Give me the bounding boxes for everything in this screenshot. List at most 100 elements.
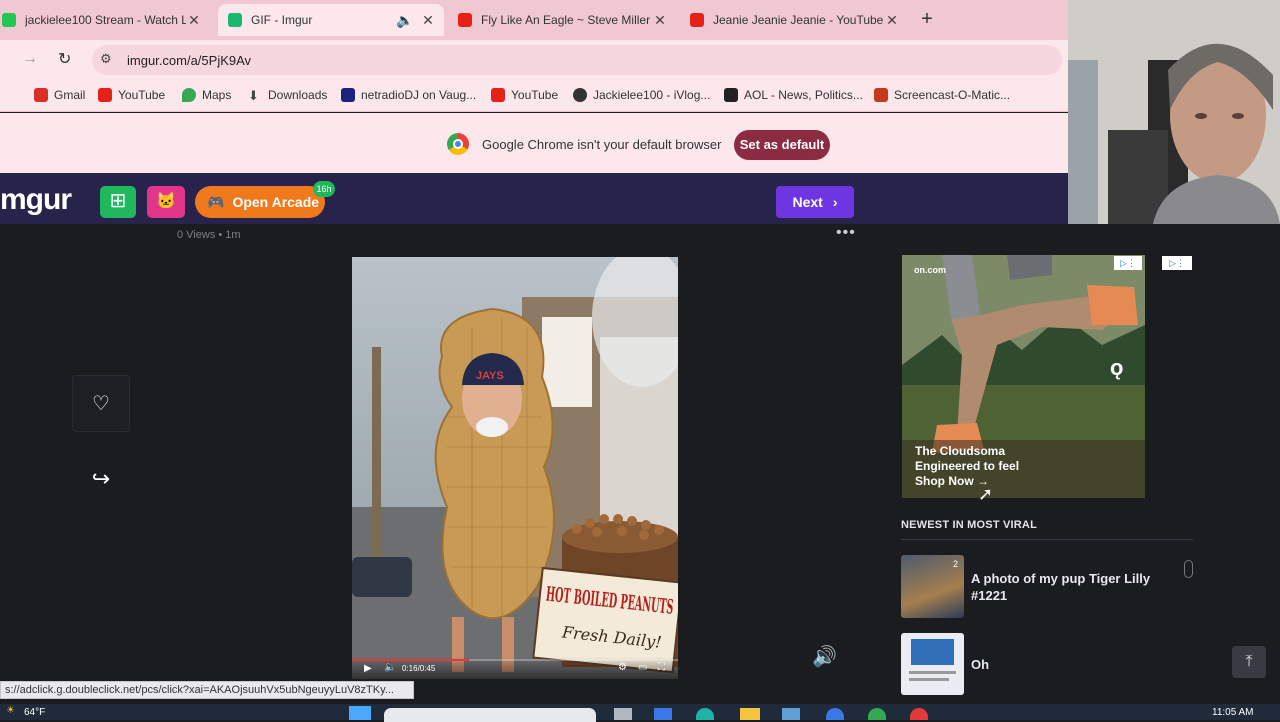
imgur-logo[interactable]: mgur — [0, 183, 72, 217]
post-meta: 0 Views • 1m — [177, 229, 241, 241]
peanut-costume-image: JAYS HOT BOILED PEANUTS Fresh Daily! — [352, 257, 678, 679]
weather-icon[interactable]: ☀ — [6, 705, 15, 716]
heart-icon: ♡ — [92, 393, 110, 415]
advertisement[interactable]: on.com ǫ The Cloudsoma Engineered to fee… — [902, 255, 1145, 498]
chevron-right-icon: › — [832, 194, 838, 210]
more-options-icon[interactable]: ••• — [836, 224, 856, 242]
browser-toolbar: → ↻ ⚙ imgur.com/a/5PjK9Av — [0, 40, 1068, 80]
screencast-icon — [874, 88, 888, 102]
taskbar-app-icon[interactable] — [782, 708, 800, 720]
favorite-button[interactable]: ♡ — [72, 375, 130, 432]
scroll-indicator[interactable] — [1184, 560, 1193, 578]
netradio-icon — [341, 88, 355, 102]
youtube-icon — [491, 88, 505, 102]
tab-favicon — [2, 13, 16, 27]
adchoices-icon-2[interactable]: ▷⋮ — [1162, 256, 1192, 270]
video-time: 0:16/0:45 — [402, 664, 436, 673]
open-arcade-button[interactable]: 🎮 Open Arcade — [195, 186, 325, 218]
chrome-taskbar-icon[interactable] — [868, 708, 886, 720]
start-windows-icon[interactable] — [349, 706, 371, 720]
list-item-count: 2 — [952, 559, 958, 569]
windows-taskbar: ☀ 64°F 11:05 AM — [0, 704, 1280, 722]
fullscreen-icon[interactable]: ⛶ — [658, 662, 665, 673]
gif-video-player[interactable]: JAYS HOT BOILED PEANUTS Fresh Daily! ▶ � — [352, 257, 678, 679]
video-controls: ▶ 🔈 0:16/0:45 ⚙ ▭ ⛶ — [352, 657, 678, 679]
taskbar-app-icon[interactable] — [654, 708, 672, 720]
gamepad-icon: 🎮 — [207, 193, 225, 210]
video-progress-fill — [352, 659, 470, 661]
tab-jeanie[interactable]: Jeanie Jeanie Jeanie - YouTube ✕ — [682, 4, 908, 36]
newest-viral-heading: NEWEST IN MOST VIRAL — [901, 519, 1037, 531]
reload-icon[interactable]: ↻ — [58, 49, 76, 69]
bookmark-label: Jackielee100 - iVlog... — [593, 88, 711, 102]
set-as-default-button[interactable]: Set as default — [734, 130, 830, 160]
cat-face-icon: 🐱 — [156, 193, 176, 210]
infobar-message: Google Chrome isn't your default browser — [482, 137, 722, 152]
tab-title: Jeanie Jeanie Jeanie - YouTube — [713, 13, 884, 27]
taskbar-app-icon[interactable] — [826, 708, 844, 720]
bookmark-aol[interactable]: AOL - News, Politics... — [724, 88, 863, 102]
list-item[interactable]: Oh — [901, 633, 1193, 697]
list-item-thumbnail — [901, 633, 964, 695]
default-browser-infobar: Google Chrome isn't your default browser… — [0, 113, 1068, 173]
bookmark-label: Screencast-O-Matic... — [894, 88, 1011, 102]
tab-fly-like-an-eagle[interactable]: Fly Like An Eagle ~ Steve Miller ✕ — [450, 4, 676, 36]
site-info-icon[interactable]: ⚙ — [100, 51, 116, 67]
avatar-icon — [573, 88, 587, 102]
bookmark-label: AOL - News, Politics... — [744, 88, 863, 102]
share-button[interactable]: ↪ — [86, 466, 116, 492]
next-button[interactable]: Next › — [776, 186, 854, 218]
video-progress-track[interactable] — [352, 659, 678, 661]
settings-gear-icon[interactable]: ⚙ — [618, 662, 627, 673]
file-explorer-icon[interactable] — [740, 708, 760, 720]
tab-title: jackielee100 Stream - Watch Liv — [25, 13, 186, 27]
speaker-icon[interactable]: 🔈 — [396, 12, 413, 29]
play-icon[interactable]: ▶ — [364, 663, 372, 674]
chrome-logo-icon — [447, 133, 469, 155]
imgur-mascot-button[interactable]: 🐱 — [147, 186, 185, 218]
close-icon[interactable]: ✕ — [884, 12, 900, 29]
on-logo-icon: ǫ — [1110, 355, 1124, 380]
bookmark-gmail[interactable]: Gmail — [34, 88, 85, 102]
taskbar-app-icon[interactable] — [910, 708, 928, 720]
volume-icon[interactable]: 🔈 — [384, 662, 396, 673]
forward-arrow-icon[interactable]: → — [22, 50, 40, 70]
maps-pin-icon — [182, 88, 196, 102]
bookmark-screencast[interactable]: Screencast-O-Matic... — [874, 88, 1010, 102]
mouse-cursor-icon: ➚ — [978, 484, 994, 504]
close-icon[interactable]: ✕ — [652, 12, 668, 29]
new-tab-plus-icon[interactable]: + — [916, 9, 938, 31]
tab-gif-imgur[interactable]: GIF - Imgur 🔈 ✕ — [218, 4, 444, 36]
list-item-thumbnail: 2 — [901, 555, 964, 618]
cap-text: JAYS — [476, 370, 504, 382]
adchoices-icon[interactable]: ▷⋮ — [1114, 256, 1142, 270]
clock[interactable]: 11:05 AM — [1212, 707, 1254, 718]
bookmark-jackielee-ivlog[interactable]: Jackielee100 - iVlog... — [573, 88, 710, 102]
mute-toggle-icon[interactable]: 🔊 — [812, 644, 837, 669]
tab-title: GIF - Imgur — [251, 13, 313, 27]
bookmarks-bar: Gmail YouTube Maps ⬇ Downloads netradioDJ… — [0, 80, 1068, 112]
picture-in-picture-icon[interactable]: ▭ — [638, 662, 647, 673]
share-arrow-icon: ↪ — [91, 466, 111, 491]
list-item-title: A photo of my pup Tiger Lilly #1221 — [971, 571, 1151, 603]
list-item-title: Oh — [971, 657, 990, 672]
bookmark-label: YouTube — [511, 88, 559, 102]
edge-icon[interactable] — [696, 708, 714, 720]
bookmark-maps[interactable]: Maps — [182, 88, 231, 102]
close-icon[interactable]: ✕ — [420, 12, 436, 29]
bookmark-netradiodj[interactable]: netradioDJ on Vaug... — [341, 88, 476, 102]
tab-jackielee-stream[interactable]: jackielee100 Stream - Watch Liv ✕ — [0, 4, 208, 36]
list-item[interactable]: 2 A photo of my pup Tiger Lilly #1221 — [901, 555, 1193, 619]
close-icon[interactable]: ✕ — [186, 12, 202, 29]
address-bar[interactable]: ⚙ imgur.com/a/5PjK9Av — [92, 45, 1062, 75]
gmail-icon — [34, 88, 48, 102]
weather-temp: 64°F — [24, 707, 46, 718]
tab-strip: jackielee100 Stream - Watch Liv ✕ GIF - … — [0, 0, 1068, 40]
bookmark-label: Downloads — [268, 88, 328, 102]
bookmark-youtube[interactable]: YouTube — [98, 88, 165, 102]
back-to-top-button[interactable]: ⤒ — [1232, 646, 1266, 678]
taskbar-app-icon[interactable] — [614, 708, 632, 720]
bookmark-youtube-2[interactable]: YouTube — [491, 88, 558, 102]
bookmark-downloads[interactable]: ⬇ Downloads — [248, 88, 328, 103]
new-post-button[interactable]: ⊞ — [100, 186, 136, 218]
